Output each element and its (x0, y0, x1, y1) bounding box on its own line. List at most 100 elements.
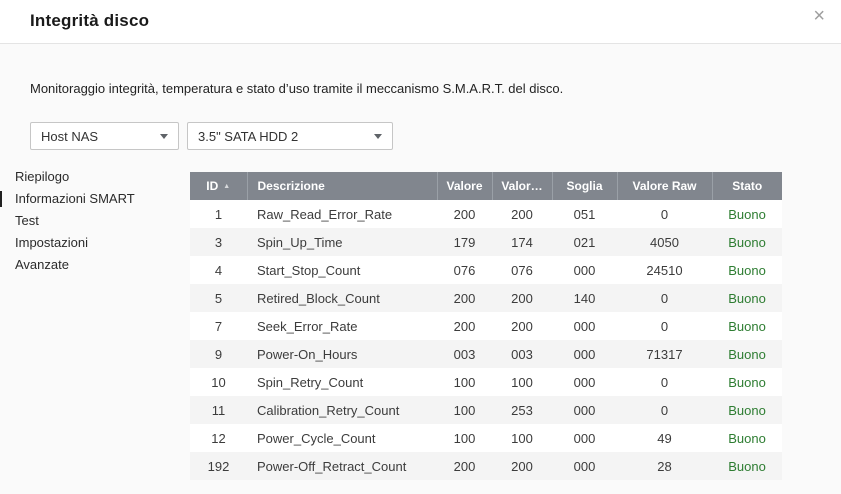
cell: 192 (207, 458, 230, 474)
column-label: Valore Raw (632, 179, 697, 193)
status-cell: Buono (728, 458, 766, 474)
table-row[interactable]: 3 Spin_Up_Time 179 174 021 4050 Buono (190, 228, 782, 256)
column-label: Valor… (501, 179, 543, 193)
cell: 0 (660, 290, 669, 306)
cell: 200 (511, 290, 533, 306)
cell: Spin_Up_Time (257, 234, 343, 250)
cell: Start_Stop_Count (257, 262, 361, 278)
cell: 3 (214, 234, 223, 250)
column-header-valore-raw[interactable]: Valore Raw (616, 172, 712, 200)
sort-asc-icon: ▲ (223, 183, 231, 190)
disk-select[interactable]: 3.5" SATA HDD 2 (187, 122, 393, 150)
disk-select-value: 3.5" SATA HDD 2 (198, 128, 299, 144)
cell: 200 (511, 318, 533, 334)
column-header-id[interactable]: ID ▲ (190, 172, 247, 200)
cell: 12 (211, 430, 226, 446)
cell: 200 (511, 458, 533, 474)
column-header-soglia[interactable]: Soglia (551, 172, 617, 200)
cell: Power-On_Hours (257, 346, 358, 362)
host-select-value: Host NAS (41, 128, 99, 144)
host-select[interactable]: Host NAS (30, 122, 179, 150)
cell: Power_Cycle_Count (257, 430, 376, 446)
column-label: Valore (446, 179, 483, 193)
cell: 0 (660, 206, 669, 222)
cell: 003 (453, 346, 476, 362)
cell: 174 (511, 234, 533, 250)
disk-health-dialog: Integrità disco × Monitoraggio integrità… (0, 0, 841, 494)
cell: 021 (573, 234, 596, 250)
chevron-down-icon (160, 133, 168, 139)
column-header-descrizione[interactable]: Descrizione (246, 172, 437, 200)
cell: 051 (573, 206, 596, 222)
main-content: Riepilogo Informazioni SMART Test Impostazi… (0, 166, 841, 480)
cell: 4 (214, 262, 223, 278)
cell: 076 (511, 262, 533, 278)
cell: Seek_Error_Rate (257, 318, 358, 334)
cell: 100 (511, 374, 533, 390)
cell: 100 (453, 402, 476, 418)
cell: 000 (573, 262, 596, 278)
cell: 49 (657, 430, 672, 446)
table-row[interactable]: 10 Spin_Retry_Count 100 100 000 0 Buono (190, 368, 782, 396)
cell: 28 (657, 458, 672, 474)
cell: 0 (660, 318, 669, 334)
status-cell: Buono (728, 234, 766, 250)
table-row[interactable]: 7 Seek_Error_Rate 200 200 000 0 Buono (190, 312, 782, 340)
cell: 000 (573, 318, 596, 334)
cell: Retired_Block_Count (257, 290, 380, 306)
table-row[interactable]: 192 Power-Off_Retract_Count 200 200 000 28 Buo… (190, 452, 782, 480)
cell: 1 (214, 206, 223, 222)
column-label: ID (206, 179, 219, 193)
cell: 11 (211, 402, 226, 418)
chevron-down-icon (374, 133, 382, 139)
table-row[interactable]: 5 Retired_Block_Count 200 200 140 0 Buono (190, 284, 782, 312)
dialog-header: Integrità disco × (0, 0, 841, 44)
table-row[interactable]: 4 Start_Stop_Count 076 076 000 24510 Buono (190, 256, 782, 284)
cell: 200 (453, 206, 476, 222)
cell: 000 (573, 458, 596, 474)
table-row[interactable]: 1 Raw_Read_Error_Rate 200 200 051 0 Buono (190, 200, 782, 228)
column-header-valore[interactable]: Valore (436, 172, 492, 200)
status-cell: Buono (728, 346, 766, 362)
cell: 000 (573, 374, 596, 390)
column-header-valor[interactable]: Valor… (491, 172, 552, 200)
table-header-row: ID ▲ Descrizione Valore Valor… Soglia Valore R… (190, 172, 782, 200)
sidebar-item-riepilogo[interactable]: Riepilogo (0, 166, 190, 188)
table-row[interactable]: 9 Power-On_Hours 003 003 000 71317 Buono (190, 340, 782, 368)
status-cell: Buono (728, 318, 766, 334)
cell: Power-Off_Retract_Count (257, 458, 407, 474)
cell: 140 (573, 290, 596, 306)
cell: 100 (453, 430, 476, 446)
sidebar-item-informazioni-smart[interactable]: Informazioni SMART (0, 188, 190, 210)
cell: 200 (453, 290, 476, 306)
column-header-stato[interactable]: Stato (711, 172, 782, 200)
table-row[interactable]: 12 Power_Cycle_Count 100 100 000 49 Buono (190, 424, 782, 452)
cell: 000 (573, 346, 596, 362)
cell: 000 (573, 430, 596, 446)
table-row[interactable]: 11 Calibration_Retry_Count 100 253 000 0 Buono (190, 396, 782, 424)
cell: 003 (511, 346, 533, 362)
column-label: Soglia (566, 179, 603, 193)
sidebar-item-impostazioni[interactable]: Impostazioni (0, 232, 190, 254)
close-icon[interactable]: × (809, 3, 829, 29)
dialog-body: Monitoraggio integrità, temperatura e st… (0, 44, 841, 480)
cell: 24510 (646, 262, 683, 278)
cell: 200 (453, 318, 476, 334)
status-cell: Buono (728, 374, 766, 390)
cell: 179 (453, 234, 476, 250)
status-cell: Buono (728, 430, 766, 446)
cell: 100 (453, 374, 476, 390)
cell: 4050 (650, 234, 679, 250)
cell: 9 (214, 346, 223, 362)
page-title: Integrità disco (30, 11, 150, 30)
cell: Calibration_Retry_Count (257, 402, 400, 418)
cell: 200 (511, 206, 533, 222)
cell: 100 (511, 430, 533, 446)
sidebar-item-avanzate[interactable]: Avanzate (0, 254, 190, 276)
cell: 0 (660, 374, 669, 390)
sidebar-item-test[interactable]: Test (0, 210, 190, 232)
cell: 71317 (646, 346, 683, 362)
description-text: Monitoraggio integrità, temperatura e st… (30, 81, 564, 96)
sidebar: Riepilogo Informazioni SMART Test Impostazi… (0, 166, 190, 276)
status-cell: Buono (728, 262, 766, 278)
